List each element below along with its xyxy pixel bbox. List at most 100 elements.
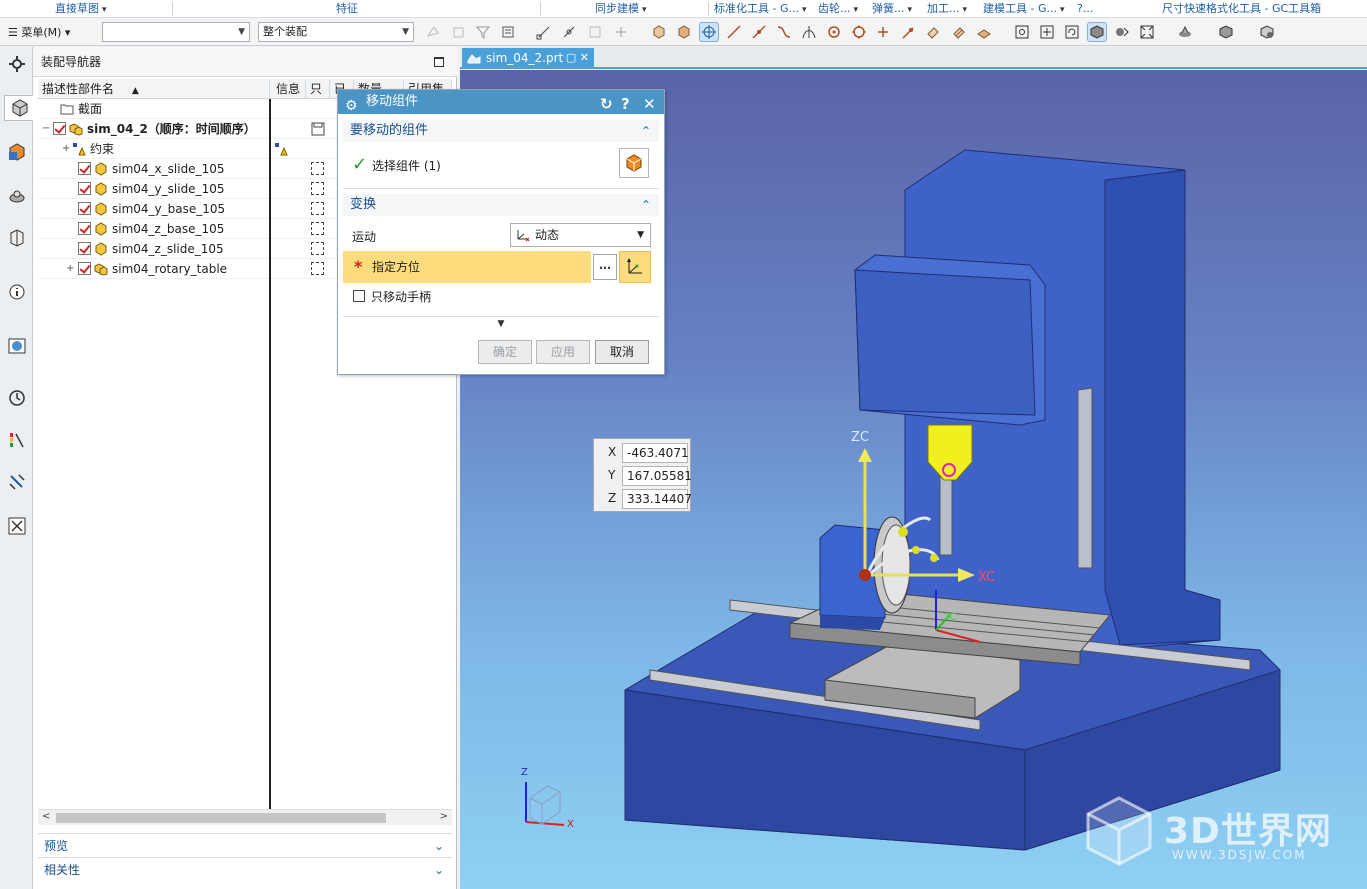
line-point-icon[interactable]: [750, 23, 768, 41]
snap-endpoint-icon[interactable]: [535, 23, 553, 41]
dialog-title-bar[interactable]: ⚙ 移动组件 ↻ ? ✕: [338, 90, 664, 114]
point-dialog-button[interactable]: …: [593, 254, 617, 280]
cube-solid-icon[interactable]: [650, 23, 668, 41]
move-handle-only-checkbox[interactable]: [353, 290, 365, 302]
curve-icon[interactable]: [775, 23, 793, 41]
dependencies-section[interactable]: 相关性 ⌄: [38, 857, 452, 881]
shaded-with-edges-icon[interactable]: [1087, 22, 1107, 42]
selection-filter-combo[interactable]: ▼: [102, 22, 250, 42]
ribbon-group-std-tools[interactable]: 标准化工具 - G... ▾: [714, 0, 814, 18]
ribbon-group-spring[interactable]: 弹簧... ▾: [872, 0, 922, 18]
ribbon-group-machining[interactable]: 加工... ▾: [927, 0, 977, 18]
scroll-right-icon[interactable]: >: [440, 811, 448, 822]
roles-icon[interactable]: [4, 469, 30, 495]
ok-button[interactable]: 确定: [478, 340, 532, 364]
coord-x-field[interactable]: -463.4071: [622, 443, 689, 463]
ribbon-group-direct-sketch[interactable]: 直接草图 ▾: [55, 0, 165, 18]
filter-icon[interactable]: [474, 23, 492, 41]
scroll-left-icon[interactable]: <: [42, 811, 50, 822]
components-section-header[interactable]: 要移动的组件 ⌃: [343, 120, 659, 142]
expand-icon[interactable]: +: [66, 264, 74, 274]
ribbon-group-feature[interactable]: 特征: [336, 0, 396, 18]
select-face-icon[interactable]: [424, 23, 442, 41]
background-icon[interactable]: [1176, 23, 1194, 41]
expand-options-icon[interactable]: ▼: [343, 316, 659, 330]
ribbon-group-gear[interactable]: 齿轮... ▾: [818, 0, 868, 18]
visibility-checkbox[interactable]: [78, 222, 91, 235]
transform-section-header[interactable]: 变换 ⌃: [343, 194, 659, 216]
chevron-down-icon[interactable]: ⌄: [434, 858, 444, 882]
close-tab-icon[interactable]: ▢ ✕: [566, 48, 589, 68]
scrollbar-thumb[interactable]: [56, 813, 386, 823]
rotate-view-icon[interactable]: [1063, 23, 1081, 41]
ribbon-group-sync-modeling[interactable]: 同步建模 ▾: [595, 0, 700, 18]
cube-section-icon[interactable]: [675, 23, 693, 41]
specify-orientation-row[interactable]: * 指定方位: [343, 251, 591, 283]
select-list-icon[interactable]: [499, 23, 517, 41]
help-icon[interactable]: ?: [621, 92, 630, 116]
preview-section[interactable]: 预览 ⌄: [38, 833, 452, 857]
constraint-navigator-icon[interactable]: [4, 139, 30, 165]
zoom-icon[interactable]: [1038, 23, 1056, 41]
assembly-navigator-icon[interactable]: [4, 95, 34, 121]
arc-center-icon[interactable]: [825, 23, 843, 41]
select-body-icon[interactable]: [450, 23, 468, 41]
snap-midpoint-icon[interactable]: [560, 23, 578, 41]
select-component-button[interactable]: [619, 148, 649, 178]
settings-gear-icon[interactable]: [4, 51, 30, 77]
column-header-info[interactable]: 信息: [272, 79, 306, 99]
quadrant-icon[interactable]: [850, 23, 868, 41]
info-icon[interactable]: [4, 279, 30, 305]
column-header-name[interactable]: 描述性部件名 ▲: [38, 79, 270, 99]
point-on-curve-icon[interactable]: [899, 23, 917, 41]
render-style-icon[interactable]: [1113, 23, 1131, 41]
visibility-checkbox[interactable]: [78, 162, 91, 175]
show-hide-icon[interactable]: [1258, 23, 1276, 41]
motion-dropdown[interactable]: 动态 ▼: [510, 223, 651, 247]
visibility-checkbox[interactable]: [78, 262, 91, 275]
column-header-readonly[interactable]: 只: [306, 79, 330, 99]
plane-icon[interactable]: [975, 23, 993, 41]
ribbon-group-more[interactable]: ?...: [1077, 0, 1107, 18]
menu-button[interactable]: ☰ 菜单(M) ▾: [8, 24, 70, 40]
tab-sim-04-2[interactable]: sim_04_2.prt ▢ ✕: [462, 48, 594, 68]
save-icon[interactable]: [311, 122, 325, 136]
close-icon[interactable]: ✕: [643, 92, 656, 116]
coord-y-field[interactable]: 167.05581: [622, 466, 692, 486]
csys-dialog-button[interactable]: [619, 251, 651, 283]
point-on-face-icon[interactable]: [924, 23, 942, 41]
part-navigator-icon[interactable]: [4, 183, 30, 209]
chevron-down-icon[interactable]: ⌄: [434, 834, 444, 858]
web-browser-icon[interactable]: [4, 333, 30, 359]
apply-button[interactable]: 应用: [536, 340, 590, 364]
snap-point-icon[interactable]: [612, 23, 630, 41]
collapse-icon[interactable]: −: [42, 124, 50, 134]
bisector-icon[interactable]: [950, 23, 968, 41]
ribbon-group-dim-format[interactable]: 尺寸快速格式化工具 - GC工具箱: [1162, 0, 1357, 18]
chevron-up-icon[interactable]: ⌃: [641, 194, 651, 216]
tools-icon[interactable]: [4, 513, 30, 539]
chevron-up-icon[interactable]: ⌃: [641, 120, 651, 142]
coord-z-field[interactable]: 333.14407: [622, 489, 692, 509]
crosshair-snap-icon[interactable]: [699, 22, 719, 42]
palette-icon[interactable]: [4, 427, 30, 453]
expand-icon[interactable]: +: [62, 144, 70, 154]
selection-scope-combo[interactable]: 整个装配 ▼: [258, 22, 414, 42]
intersect-icon[interactable]: [800, 23, 818, 41]
cancel-button[interactable]: 取消: [595, 340, 649, 364]
visibility-checkbox[interactable]: [78, 182, 91, 195]
visibility-checkbox[interactable]: [78, 242, 91, 255]
history-clock-icon[interactable]: [4, 385, 30, 411]
reset-icon[interactable]: ↻: [600, 92, 613, 116]
snap-control-icon[interactable]: [586, 23, 604, 41]
visibility-checkbox[interactable]: [78, 202, 91, 215]
maximize-panel-icon[interactable]: [434, 57, 444, 67]
point-cross-icon[interactable]: [874, 23, 892, 41]
select-components-label[interactable]: 选择组件 (1): [372, 157, 441, 174]
fit-view-icon[interactable]: [1013, 23, 1031, 41]
work-layer-icon[interactable]: [1138, 23, 1156, 41]
visibility-checkbox[interactable]: [53, 122, 66, 135]
edit-object-display-icon[interactable]: [1217, 23, 1235, 41]
line-icon[interactable]: [725, 23, 743, 41]
ribbon-group-modeling-tools[interactable]: 建模工具 - G... ▾: [983, 0, 1075, 18]
